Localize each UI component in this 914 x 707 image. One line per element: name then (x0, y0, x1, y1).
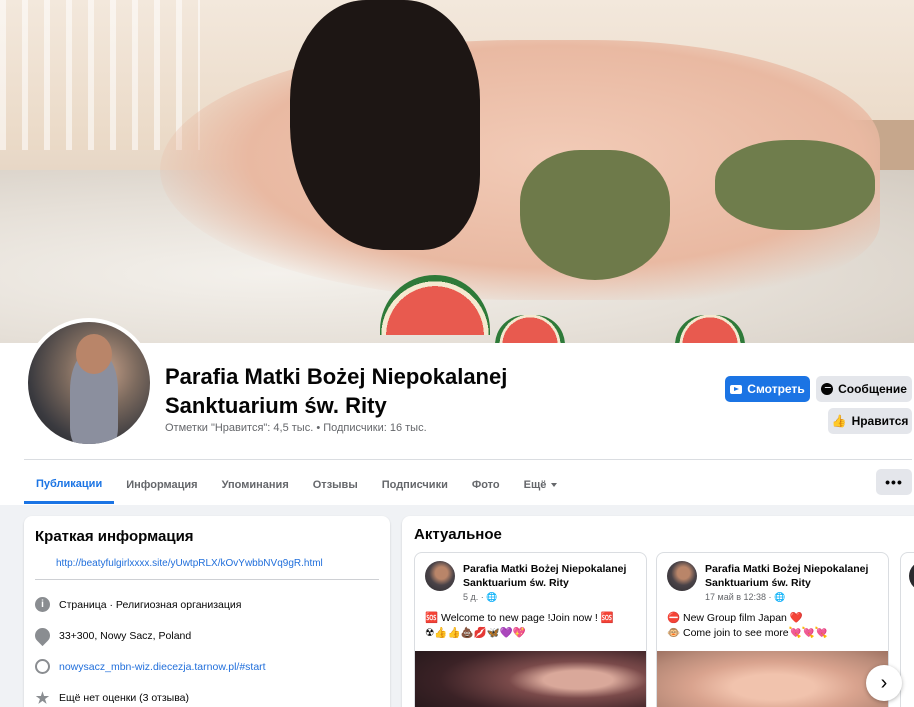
post-image[interactable] (657, 651, 888, 707)
post-timestamp[interactable]: 5 д. · 🌐 (463, 592, 497, 603)
featured-post-card[interactable]: Parafia Matki Bożej Niepokalanej Sanktua… (414, 552, 647, 707)
message-label: Сообщение (838, 382, 907, 396)
cover-clothing-top (520, 150, 670, 280)
post-author[interactable]: Parafia Matki Bożej Niepokalanej Sanktua… (705, 562, 868, 590)
globe-icon (35, 659, 50, 674)
category-value: · Религиозная организация (106, 598, 242, 611)
post-avatar[interactable] (667, 561, 697, 591)
messenger-icon (821, 383, 834, 395)
watch-button[interactable]: Смотреть (725, 376, 810, 402)
profile-avatar[interactable] (24, 318, 154, 448)
post-author-line2: Sanktuarium św. Rity (705, 577, 811, 589)
caret-down-icon (551, 483, 558, 487)
thumbs-up-icon: 👍 (831, 414, 847, 428)
post-text-line1: 🆘 Welcome to new page !Join now ! 🆘 (425, 612, 614, 624)
tab-photos[interactable]: Фото (460, 466, 512, 504)
like-label: Нравится (851, 414, 909, 428)
featured-section: Актуальное Parafia Matki Bożej Niepokala… (402, 516, 914, 707)
featured-post-card-partial[interactable] (900, 552, 914, 707)
page-stats[interactable]: Отметки "Нравится": 4,5 тыс. • Подписчик… (165, 422, 427, 434)
video-icon (730, 384, 743, 394)
tab-followers[interactable]: Подписчики (370, 466, 460, 504)
page-title-line1: Parafia Matki Bożej Niepokalanej (165, 364, 508, 389)
info-icon: i (35, 597, 50, 612)
rating-row: ★ Ещё нет оценки (3 отзыва) (35, 689, 189, 707)
address-row: 33+300, Nowy Sacz, Poland (31, 624, 192, 647)
website-link[interactable]: nowysacz_mbn-wiz.diecezja.tarnow.pl/#sta… (59, 661, 266, 673)
carousel-next-button[interactable]: › (866, 665, 902, 701)
tab-posts[interactable]: Публикации (24, 466, 115, 504)
more-options-button[interactable]: ••• (876, 469, 912, 495)
page-tabs: Публикации Информация Упоминания Отзывы … (24, 466, 569, 504)
post-text: 🆘 Welcome to new page !Join now ! 🆘 ☢👍👍💩… (425, 611, 614, 641)
page-title-line2: Sanktuarium św. Rity (165, 393, 387, 418)
rating-text: Ещё нет оценки (3 отзыва) (59, 691, 189, 704)
post-avatar (909, 561, 914, 591)
page-title: Parafia Matki Bożej Niepokalanej Sanktua… (165, 362, 585, 420)
avatar-head (76, 334, 112, 374)
post-text: ⛔ New Group film Japan ❤️ 🐵 Come join to… (667, 611, 828, 641)
star-icon: ★ (35, 689, 50, 707)
category-label: Страница (59, 598, 107, 611)
intro-title: Краткая информация (35, 528, 194, 545)
post-avatar[interactable] (425, 561, 455, 591)
tab-about[interactable]: Информация (114, 466, 209, 504)
post-text-line2: 🐵 Come join to see more💘💘💘 (667, 627, 828, 639)
tab-reviews[interactable]: Отзывы (301, 466, 370, 504)
watch-label: Смотреть (747, 382, 805, 396)
intro-card: Краткая информация http://beatyfulgirlxx… (24, 516, 390, 707)
cover-photo[interactable] (0, 0, 914, 343)
tab-more[interactable]: Ещё (512, 466, 570, 504)
bio-link[interactable]: http://beatyfulgirlxxxx.site/yUwtpRLX/kO… (56, 558, 323, 569)
post-author[interactable]: Parafia Matki Bożej Niepokalanej Sanktua… (463, 562, 626, 590)
post-author-line1: Parafia Matki Bożej Niepokalanej (705, 563, 869, 575)
tab-more-label: Ещё (523, 479, 547, 491)
featured-title: Актуальное (414, 526, 502, 543)
post-text-line2: ☢👍👍💩💋🦋💜💖 (425, 627, 526, 639)
address-text: 33+300, Nowy Sacz, Poland (59, 629, 192, 642)
featured-post-card[interactable]: Parafia Matki Bożej Niepokalanej Sanktua… (656, 552, 889, 707)
cover-curtain (0, 0, 200, 150)
category-row: i Страница · Религиозная организация (35, 597, 241, 612)
post-image[interactable] (415, 651, 646, 707)
message-button[interactable]: Сообщение (816, 376, 912, 402)
cover-clothing-bottom (715, 140, 875, 230)
like-button[interactable]: 👍 Нравится (828, 408, 912, 434)
post-text-line1: ⛔ New Group film Japan ❤️ (667, 612, 803, 624)
tab-mentions[interactable]: Упоминания (210, 466, 301, 504)
post-timestamp[interactable]: 17 май в 12:38 · 🌐 (705, 592, 785, 603)
location-pin-icon (31, 624, 54, 647)
intro-divider (35, 579, 379, 580)
cover-hair (290, 0, 480, 250)
website-row: nowysacz_mbn-wiz.diecezja.tarnow.pl/#sta… (35, 659, 266, 674)
post-author-line2: Sanktuarium św. Rity (463, 577, 569, 589)
header-divider (24, 459, 912, 460)
post-author-line1: Parafia Matki Bożej Niepokalanej (463, 563, 627, 575)
